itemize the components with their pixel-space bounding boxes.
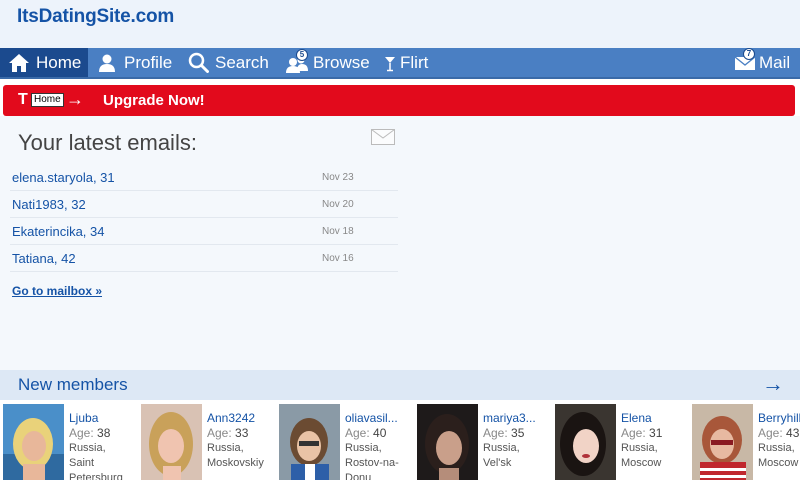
member-age: Age: 40 bbox=[345, 426, 387, 440]
user-icon bbox=[97, 53, 117, 73]
nav-mail-label: Mail bbox=[759, 52, 791, 72]
member-photo[interactable] bbox=[279, 404, 340, 480]
member-card[interactable]: Ann3242 Age: 33 Russia, Moskovskiy bbox=[141, 404, 279, 480]
nav-profile[interactable]: Profile bbox=[97, 48, 172, 77]
member-name[interactable]: Ljuba bbox=[69, 411, 98, 425]
email-date: Nov 23 bbox=[322, 172, 354, 183]
member-card[interactable]: Berryhill Age: 43 Russia, Moscow bbox=[692, 404, 800, 480]
emails-section: Your latest emails: elena.staryola, 31 N… bbox=[0, 116, 800, 370]
email-row[interactable]: Tatiana, 42 Nov 16 bbox=[10, 245, 398, 272]
member-location: Russia, Saint Petersburg bbox=[69, 442, 123, 480]
arrow-right-icon: → bbox=[66, 89, 84, 109]
member-photo[interactable] bbox=[417, 404, 478, 480]
nav-flirt[interactable]: Flirt bbox=[384, 48, 428, 77]
arrow-right-icon[interactable]: → bbox=[762, 371, 784, 397]
email-sender[interactable]: Tatiana, 42 bbox=[12, 251, 76, 266]
member-card[interactable]: mariya3... Age: 35 Russia, Vel'sk bbox=[417, 404, 555, 480]
member-age: Age: 38 bbox=[69, 426, 111, 440]
member-location: Russia, Rostov-na-Donu bbox=[345, 442, 399, 480]
site-logo[interactable]: ItsDatingSite.com bbox=[17, 6, 174, 28]
member-age: Age: 35 bbox=[483, 426, 525, 440]
member-age: Age: 33 bbox=[207, 426, 249, 440]
nav-home-label: Home bbox=[36, 52, 82, 72]
email-sender[interactable]: Nati1983, 32 bbox=[12, 197, 86, 212]
new-members-title: New members bbox=[18, 375, 128, 394]
go-to-mailbox-link[interactable]: Go to mailbox » bbox=[12, 284, 102, 298]
email-date: Nov 16 bbox=[322, 253, 354, 264]
envelope-icon bbox=[371, 129, 395, 150]
member-photo[interactable] bbox=[555, 404, 616, 480]
nav-browse[interactable]: 5 Browse bbox=[285, 48, 370, 77]
browse-badge: 5 bbox=[296, 48, 308, 61]
email-row[interactable]: elena.staryola, 31 Nov 23 bbox=[10, 164, 398, 191]
new-members-header: New members → bbox=[0, 370, 800, 400]
member-name[interactable]: Ann3242 bbox=[207, 411, 255, 425]
nav-flirt-label: Flirt bbox=[400, 52, 429, 72]
upgrade-prefix: T bbox=[18, 91, 28, 108]
member-card[interactable]: oliavasil... Age: 40 Russia, Rostov-na-D… bbox=[279, 404, 417, 480]
member-location: Russia, Vel'sk bbox=[483, 442, 520, 469]
member-name[interactable]: Elena bbox=[621, 411, 652, 425]
nav-browse-label: Browse bbox=[313, 52, 370, 72]
emails-title: Your latest emails: bbox=[18, 130, 197, 155]
email-sender[interactable]: elena.staryola, 31 bbox=[12, 170, 115, 185]
cocktail-icon bbox=[384, 54, 396, 72]
member-photo[interactable] bbox=[141, 404, 202, 480]
email-row[interactable]: Ekaterincika, 34 Nov 18 bbox=[10, 218, 398, 245]
nav-search-label: Search bbox=[215, 52, 269, 72]
nav-home[interactable]: Home bbox=[0, 48, 88, 77]
upgrade-banner[interactable]: T Home → Upgrade Now! bbox=[3, 85, 795, 116]
nav-profile-label: Profile bbox=[124, 52, 173, 72]
mail-badge: 7 bbox=[743, 47, 755, 60]
member-location: Russia, Moscow bbox=[621, 442, 662, 469]
member-card[interactable]: Ljuba Age: 38 Russia, Saint Petersburg bbox=[3, 404, 141, 480]
envelope-icon: 7 bbox=[734, 47, 756, 71]
members-strip: Ljuba Age: 38 Russia, Saint Petersburg A… bbox=[0, 400, 800, 480]
email-row[interactable]: Nati1983, 32 Nov 20 bbox=[10, 191, 398, 218]
site-header: ItsDatingSite.com bbox=[0, 0, 800, 48]
main-nav: Home Profile Search 5 Browse Flirt 7 Mai… bbox=[0, 47, 800, 79]
email-date: Nov 20 bbox=[322, 199, 354, 210]
nav-mail[interactable]: 7 Mail bbox=[734, 47, 791, 77]
member-name[interactable]: mariya3... bbox=[483, 411, 536, 425]
member-card[interactable]: Elena Age: 31 Russia, Moscow bbox=[555, 404, 693, 480]
email-date: Nov 18 bbox=[322, 226, 354, 237]
member-name[interactable]: Berryhill bbox=[758, 411, 800, 425]
member-age: Age: 43 bbox=[758, 426, 800, 440]
member-location: Russia, Moscow bbox=[758, 442, 799, 469]
search-icon bbox=[188, 52, 209, 73]
member-location: Russia, Moskovskiy bbox=[207, 442, 264, 469]
member-photo[interactable] bbox=[692, 404, 753, 480]
email-sender[interactable]: Ekaterincika, 34 bbox=[12, 224, 105, 239]
tooltip: Home bbox=[31, 93, 64, 107]
users-icon: 5 bbox=[285, 48, 309, 73]
upgrade-button[interactable]: Upgrade Now! bbox=[103, 92, 205, 109]
nav-search[interactable]: Search bbox=[188, 48, 269, 77]
member-age: Age: 31 bbox=[621, 426, 663, 440]
member-photo[interactable] bbox=[3, 404, 64, 480]
member-name[interactable]: oliavasil... bbox=[345, 411, 398, 425]
home-icon bbox=[8, 53, 30, 73]
